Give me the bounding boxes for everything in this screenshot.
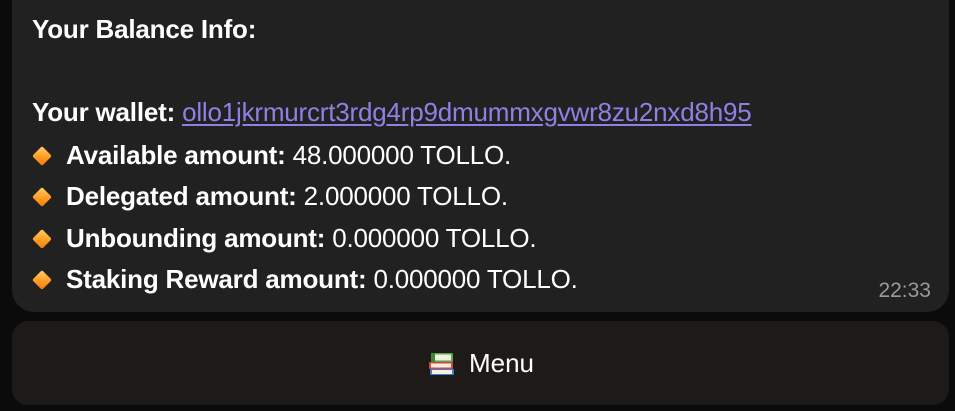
available-amount-label: Available amount: — [66, 140, 286, 170]
wallet-line: Your wallet: ollo1jkrmurcrt3rdg4rp9dmumm… — [32, 95, 752, 129]
available-amount-value: 48.000000 TOLLO. — [285, 140, 512, 170]
message-bubble: Your Balance Info: Your wallet: ollo1jkr… — [12, 0, 949, 312]
delegated-amount-value: 2.000000 TOLLO. — [296, 181, 508, 211]
wallet-label: Your wallet: — [32, 97, 176, 127]
orange-diamond-icon — [32, 229, 52, 249]
menu-button[interactable]: Menu — [12, 321, 949, 405]
message-title: Your Balance Info: — [32, 14, 257, 44]
staking-reward-amount-line: Staking Reward amount: 0.000000 TOLLO. — [32, 262, 578, 296]
orange-diamond-icon — [32, 270, 52, 290]
available-amount-line: Available amount: 48.000000 TOLLO. — [32, 138, 511, 172]
unbounding-amount-value: 0.000000 TOLLO. — [325, 223, 537, 253]
delegated-amount-line: Delegated amount: 2.000000 TOLLO. — [32, 179, 508, 213]
message-timestamp: 22:33 — [878, 279, 931, 302]
wallet-address-link[interactable]: ollo1jkrmurcrt3rdg4rp9dmummxgvwr8zu2nxd8… — [182, 97, 752, 127]
staking-reward-amount-value: 0.000000 TOLLO. — [366, 264, 578, 294]
delegated-amount-label: Delegated amount: — [66, 181, 297, 211]
unbounding-amount-label: Unbounding amount: — [66, 223, 326, 253]
books-icon — [427, 348, 457, 378]
orange-diamond-icon — [32, 146, 52, 166]
orange-diamond-icon — [32, 187, 52, 207]
staking-reward-amount-label: Staking Reward amount: — [66, 264, 367, 294]
unbounding-amount-line: Unbounding amount: 0.000000 TOLLO. — [32, 221, 537, 255]
menu-button-label: Menu — [468, 347, 535, 378]
